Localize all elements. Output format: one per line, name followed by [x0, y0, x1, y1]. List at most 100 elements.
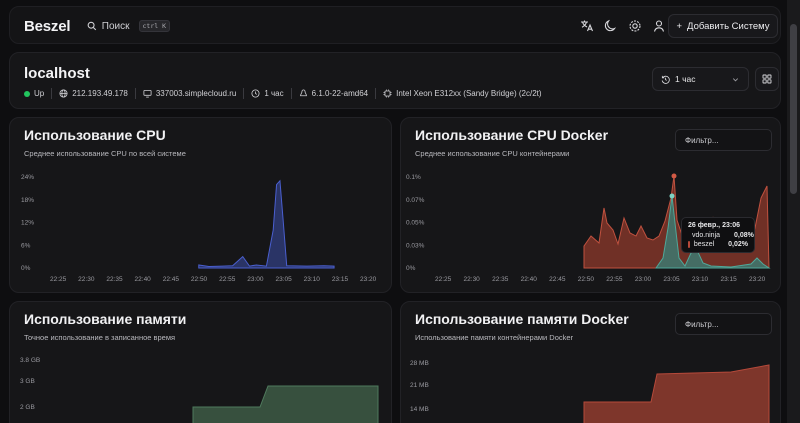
x-tick-label: 22:35	[492, 276, 509, 283]
cpu-usage-card: Использование CPU Среднее использование …	[9, 117, 392, 293]
search-icon	[87, 21, 97, 31]
y-tick-label: 0.07%	[406, 197, 425, 204]
x-tick-label: 22:55	[219, 276, 236, 283]
docker-cpu-usage-chart[interactable]: 0% 0.03% 0.05% 0.07% 0.1% 22:25 22:30 22:35 22:4…	[401, 118, 782, 294]
search-shortcut: ctrl K	[138, 20, 170, 32]
layout-grid-button[interactable]	[755, 67, 779, 91]
memory-usage-chart[interactable]: 2 GB 3 GB 3.8 GB	[10, 302, 393, 423]
history-icon	[661, 75, 670, 84]
time-range-select[interactable]: 1 час	[652, 67, 749, 91]
x-tick-label: 23:15	[720, 276, 737, 283]
x-tick-label: 23:00	[635, 276, 652, 283]
x-tick-label: 22:40	[135, 276, 152, 283]
system-host: 337003.simplecloud.ru	[155, 89, 237, 98]
y-tick-label: 3 GB	[20, 378, 35, 385]
x-tick-label: 22:50	[578, 276, 595, 283]
system-name: localhost	[24, 65, 90, 82]
x-tick-label: 23:00	[247, 276, 264, 283]
add-system-label: Добавить Систему	[687, 20, 770, 32]
system-ip: 212.193.49.178	[72, 89, 128, 98]
app-logo[interactable]: Beszel	[24, 18, 71, 35]
cpu-usage-chart[interactable]: 0% 6% 12% 18% 24% 22:25 22:30 22:35 22:40 22:45 22…	[10, 118, 393, 294]
x-tick-label: 23:05	[663, 276, 680, 283]
add-system-button[interactable]: + Добавить Систему	[668, 14, 778, 38]
x-tick-label: 23:20	[360, 276, 377, 283]
top-navbar: Beszel Поиск ctrl K + Добавить Систему	[9, 6, 781, 44]
search-label: Поиск	[101, 20, 130, 32]
x-tick-label: 23:20	[749, 276, 766, 283]
x-tick-label: 22:50	[191, 276, 208, 283]
x-tick-label: 22:25	[50, 276, 67, 283]
y-tick-label: 28 MB	[410, 360, 429, 367]
cpu-usage-area	[198, 179, 335, 269]
theme-toggle-icon[interactable]	[603, 18, 619, 34]
y-tick-label: 24%	[21, 174, 34, 181]
x-tick-label: 23:15	[332, 276, 349, 283]
hover-point-marker	[669, 193, 675, 199]
y-tick-label: 14 MB	[410, 406, 429, 413]
x-tick-label: 22:30	[78, 276, 95, 283]
clock-icon	[251, 89, 260, 98]
settings-gear-icon[interactable]	[627, 18, 643, 34]
x-tick-label: 22:55	[606, 276, 623, 283]
docker-memory-usage-chart[interactable]: 14 MB 21 MB 28 MB	[401, 302, 782, 423]
y-tick-label: 0.03%	[406, 242, 425, 249]
y-tick-label: 0.05%	[406, 220, 425, 227]
tooltip-row: beszel 0,02%	[688, 241, 748, 248]
linux-icon	[299, 89, 307, 97]
x-tick-label: 22:35	[106, 276, 123, 283]
system-info-row: Up 212.193.49.178 337003.simplecloud.ru …	[24, 88, 542, 99]
hover-point-marker	[671, 173, 677, 179]
x-tick-label: 22:40	[521, 276, 538, 283]
y-tick-label: 0%	[406, 265, 416, 272]
language-icon[interactable]	[579, 18, 595, 34]
x-tick-label: 22:45	[549, 276, 566, 283]
x-tick-label: 23:05	[275, 276, 292, 283]
y-tick-label: 0%	[21, 265, 31, 272]
y-tick-label: 3.8 GB	[20, 357, 40, 364]
tooltip-row: vdo.ninja 0,08%	[688, 232, 754, 239]
page-scrollbar[interactable]	[787, 0, 800, 423]
system-uptime: 1 час	[264, 89, 284, 98]
system-kernel: 6.1.0-22-amd64	[311, 89, 369, 98]
y-tick-label: 0.1%	[406, 174, 421, 181]
plus-icon: +	[676, 20, 683, 32]
scrollbar-thumb[interactable]	[790, 24, 797, 194]
tooltip-series-value: 0,02%	[728, 241, 748, 248]
time-range-value: 1 час	[675, 74, 696, 84]
memory-usage-area	[192, 385, 379, 423]
globe-icon	[59, 89, 68, 98]
chevron-down-icon	[732, 77, 739, 81]
y-tick-label: 6%	[21, 242, 31, 249]
y-tick-label: 2 GB	[20, 404, 35, 411]
x-tick-label: 23:10	[692, 276, 709, 283]
tooltip-swatch	[688, 241, 690, 248]
kbd-ctrl: ctrl	[142, 22, 159, 30]
tooltip-series-name: vdo.ninja	[692, 232, 721, 239]
system-info-card: localhost Up 212.193.49.178 337003.simpl…	[9, 52, 781, 109]
search-button[interactable]: Поиск ctrl K	[80, 13, 170, 39]
kbd-key: K	[162, 22, 166, 30]
docker-memory-area	[583, 364, 770, 423]
tooltip-series-value: 0,08%	[734, 232, 754, 239]
tooltip-title: 26 февр., 23:06	[688, 222, 740, 229]
chart-tooltip: 26 февр., 23:06 vdo.ninja 0,08% beszel 0,0…	[681, 217, 755, 253]
docker-memory-usage-card: Использование памяти Docker Использовани…	[400, 301, 781, 423]
docker-cpu-usage-card: Использование CPU Docker Среднее использ…	[400, 117, 781, 293]
x-tick-label: 22:45	[163, 276, 180, 283]
system-cpu: Intel Xeon E312xx (Sandy Bridge) (2c/2t)	[396, 89, 542, 98]
cpu-icon	[383, 89, 392, 98]
x-tick-label: 22:30	[464, 276, 481, 283]
monitor-icon	[143, 89, 152, 98]
memory-usage-card: Использование памяти Точное использовани…	[9, 301, 392, 423]
tooltip-series-name: beszel	[693, 241, 715, 248]
y-tick-label: 21 MB	[410, 382, 429, 389]
y-tick-label: 12%	[21, 220, 34, 227]
status-dot-icon	[24, 90, 30, 97]
system-status: Up	[34, 89, 45, 98]
y-tick-label: 18%	[21, 197, 34, 204]
x-tick-label: 23:10	[304, 276, 321, 283]
user-icon[interactable]	[651, 18, 667, 34]
x-tick-label: 22:25	[435, 276, 452, 283]
grid-icon	[762, 74, 772, 84]
